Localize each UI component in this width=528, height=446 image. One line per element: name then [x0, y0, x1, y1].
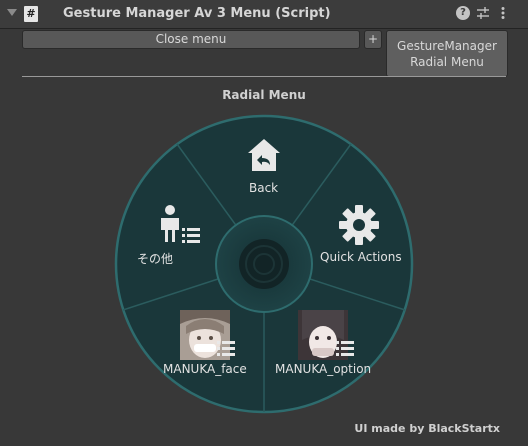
script-icon: # [24, 6, 38, 22]
foldout-arrow-icon[interactable] [7, 9, 17, 16]
radial-item-manuka-face[interactable]: MANUKA_face [163, 362, 247, 376]
radial-item-back[interactable]: Back [249, 181, 278, 195]
inspector-header: # Gesture Manager Av 3 Menu (Script) ? [0, 0, 528, 29]
gear-icon [339, 205, 379, 245]
tab-label-line2: Radial Menu [410, 55, 484, 69]
presets-icon[interactable] [476, 6, 490, 20]
list-icon [336, 341, 354, 356]
list-icon [182, 228, 200, 243]
tab-radial-menu[interactable]: GestureManager Radial Menu [386, 30, 508, 77]
credit-text: UI made by BlackStartx [354, 422, 500, 435]
avatar-thumbnail-icon [298, 310, 348, 360]
component-title: Gesture Manager Av 3 Menu (Script) [63, 6, 331, 21]
add-button[interactable]: + [364, 30, 382, 49]
divider [22, 76, 506, 77]
section-title: Radial Menu [222, 88, 306, 102]
list-icon [217, 341, 235, 356]
close-menu-button[interactable]: Close menu [22, 30, 360, 49]
kebab-menu-icon[interactable] [496, 6, 510, 20]
help-icon[interactable]: ? [456, 6, 470, 20]
avatar-thumbnail-icon [180, 310, 230, 360]
radial-item-quick-actions[interactable]: Quick Actions [320, 250, 402, 264]
tab-label-line1: GestureManager [397, 39, 497, 53]
radial-item-manuka-option[interactable]: MANUKA_option [275, 362, 371, 376]
radial-item-other[interactable]: その他 [137, 250, 173, 267]
